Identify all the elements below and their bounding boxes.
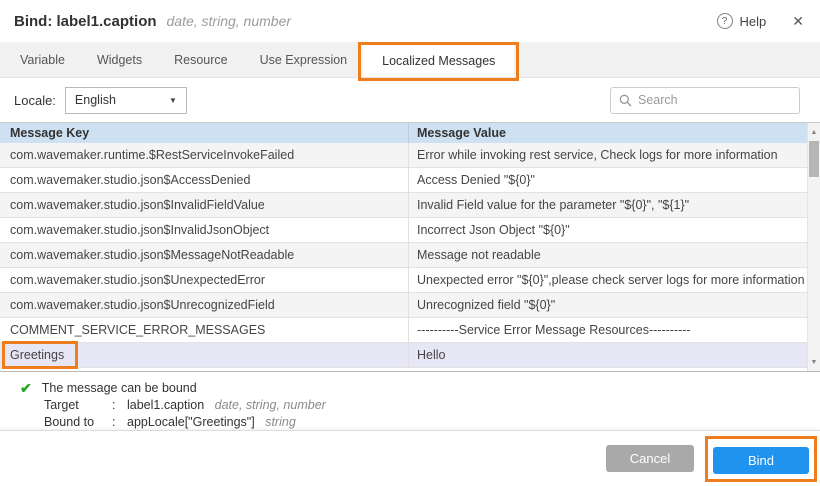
toolbar: Locale: English ▼ bbox=[0, 78, 820, 122]
message-key-cell: com.wavemaker.studio.json$AccessDenied bbox=[0, 168, 408, 192]
dialog-header: Bind: label1.caption date, string, numbe… bbox=[0, 0, 820, 42]
binding-status: ✔ The message can be bound Target : labe… bbox=[0, 372, 820, 430]
messages-table-main: Message Key Message Value com.wavemaker.… bbox=[0, 123, 807, 371]
table-header-row: Message Key Message Value bbox=[0, 123, 807, 143]
target-value-line: label1.caption date, string, number bbox=[127, 397, 820, 414]
target-colon: : bbox=[112, 397, 127, 414]
tab-bar: Variable Widgets Resource Use Expression… bbox=[0, 42, 820, 78]
header-actions: ? Help ✕ bbox=[717, 13, 804, 30]
status-message: The message can be bound bbox=[42, 380, 197, 397]
target-label: Target bbox=[44, 397, 112, 414]
message-value-cell: Hello bbox=[408, 343, 807, 367]
bound-to-type: string bbox=[265, 415, 296, 429]
locale-selected-value: English bbox=[75, 93, 116, 107]
annotation-box-bind-button: Bind bbox=[705, 436, 817, 482]
table-row[interactable]: COMMENT_SERVICE_ERROR_MESSAGES ---------… bbox=[0, 318, 807, 343]
bound-to-colon: : bbox=[112, 414, 127, 431]
tab-widgets[interactable]: Widgets bbox=[81, 42, 158, 77]
table-scrollbar[interactable]: ▲ ▼ bbox=[807, 123, 820, 371]
message-value-cell: Unexpected error "${0}",please check ser… bbox=[408, 268, 807, 292]
table-row[interactable]: com.wavemaker.studio.json$UnexpectedErro… bbox=[0, 268, 807, 293]
messages-table: Message Key Message Value com.wavemaker.… bbox=[0, 122, 820, 372]
target-value: label1.caption bbox=[127, 398, 204, 412]
scrollbar-thumb[interactable] bbox=[809, 141, 819, 177]
message-key-cell: com.wavemaker.studio.json$InvalidFieldVa… bbox=[0, 193, 408, 217]
table-row-selected[interactable]: Greetings Hello bbox=[0, 343, 807, 368]
help-link[interactable]: Help bbox=[740, 14, 767, 29]
column-header-message-value: Message Value bbox=[408, 123, 807, 143]
tab-localized-messages-label: Localized Messages bbox=[382, 54, 495, 68]
target-types: date, string, number bbox=[215, 398, 326, 412]
bind-dialog: Bind: label1.caption date, string, numbe… bbox=[0, 0, 820, 486]
tab-localized-messages[interactable]: Localized Messages bbox=[363, 42, 514, 77]
table-row[interactable]: com.wavemaker.studio.json$MessageNotRead… bbox=[0, 243, 807, 268]
message-value-cell: Access Denied "${0}" bbox=[408, 168, 807, 192]
close-icon[interactable]: ✕ bbox=[792, 13, 804, 30]
message-key-cell: com.wavemaker.studio.json$UnrecognizedFi… bbox=[0, 293, 408, 317]
table-row[interactable]: com.wavemaker.studio.json$AccessDenied A… bbox=[0, 168, 807, 193]
dialog-title: Bind: label1.caption bbox=[14, 13, 157, 30]
table-row[interactable]: com.wavemaker.studio.json$UnrecognizedFi… bbox=[0, 293, 807, 318]
dialog-footer: Cancel Bind bbox=[0, 430, 820, 486]
binding-details: Target : label1.caption date, string, nu… bbox=[44, 397, 820, 430]
table-row[interactable]: com.wavemaker.runtime.$RestServiceInvoke… bbox=[0, 143, 807, 168]
scroll-up-icon[interactable]: ▲ bbox=[808, 126, 820, 138]
message-key-cell: com.wavemaker.studio.json$UnexpectedErro… bbox=[0, 268, 408, 292]
locale-select[interactable]: English ▼ bbox=[65, 87, 187, 114]
message-value-cell: ----------Service Error Message Resource… bbox=[408, 318, 807, 342]
search-icon bbox=[619, 94, 632, 107]
check-icon: ✔ bbox=[20, 380, 32, 397]
search-input[interactable] bbox=[638, 93, 791, 107]
column-header-message-key: Message Key bbox=[0, 123, 408, 143]
bound-to-label: Bound to bbox=[44, 414, 112, 431]
chevron-down-icon: ▼ bbox=[169, 96, 177, 105]
tab-variable[interactable]: Variable bbox=[4, 42, 81, 77]
cancel-button[interactable]: Cancel bbox=[606, 445, 694, 472]
message-value-cell: Incorrect Json Object "${0}" bbox=[408, 218, 807, 242]
message-value-cell: Error while invoking rest service, Check… bbox=[408, 143, 807, 167]
scroll-down-icon[interactable]: ▼ bbox=[808, 356, 820, 368]
dialog-title-types: date, string, number bbox=[167, 13, 292, 29]
table-row[interactable]: com.wavemaker.studio.json$InvalidFieldVa… bbox=[0, 193, 807, 218]
status-message-line: ✔ The message can be bound bbox=[20, 380, 820, 397]
message-value-cell: Message not readable bbox=[408, 243, 807, 267]
message-key-cell: com.wavemaker.studio.json$InvalidJsonObj… bbox=[0, 218, 408, 242]
message-key-cell: com.wavemaker.studio.json$MessageNotRead… bbox=[0, 243, 408, 267]
search-box bbox=[610, 87, 800, 114]
message-value-cell: Invalid Field value for the parameter "$… bbox=[408, 193, 807, 217]
bound-to-value-line: appLocale["Greetings"] string bbox=[127, 414, 820, 431]
message-key-cell: Greetings bbox=[0, 343, 408, 367]
table-row[interactable]: com.wavemaker.studio.json$InvalidJsonObj… bbox=[0, 218, 807, 243]
tab-resource[interactable]: Resource bbox=[158, 42, 244, 77]
message-key-cell: COMMENT_SERVICE_ERROR_MESSAGES bbox=[0, 318, 408, 342]
message-value-cell: Unrecognized field "${0}" bbox=[408, 293, 807, 317]
help-icon[interactable]: ? bbox=[717, 13, 733, 29]
locale-label: Locale: bbox=[14, 93, 56, 108]
message-key-cell: com.wavemaker.runtime.$RestServiceInvoke… bbox=[0, 143, 408, 167]
bound-to-value: appLocale["Greetings"] bbox=[127, 415, 255, 429]
tab-use-expression[interactable]: Use Expression bbox=[244, 42, 364, 77]
bind-button[interactable]: Bind bbox=[713, 447, 809, 474]
